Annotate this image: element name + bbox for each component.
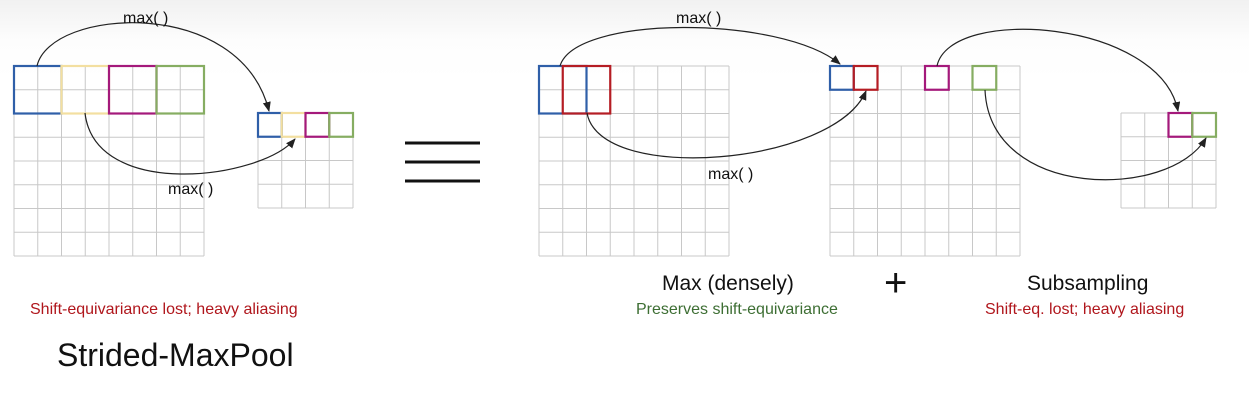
right-arrow-bottom [586, 90, 867, 159]
left-arrow-bottom [84, 112, 296, 175]
left-title: Strided-MaxPool [57, 337, 294, 373]
right-max-top-label: max( ) [676, 10, 722, 27]
subsampling-note: Shift-eq. lost; heavy aliasing [985, 301, 1185, 318]
dense-max-grid [829, 65, 1021, 257]
dense-out-purple [923, 64, 950, 91]
dense-out-green [971, 64, 998, 91]
max-densely-heading: Max (densely) [662, 272, 794, 295]
left-out-purple [304, 111, 331, 138]
subsampled-out-green [1191, 111, 1218, 138]
left-max-bottom-label: max( ) [168, 181, 214, 198]
left-out-yellow [280, 111, 307, 138]
left-max-top-label: max( ) [123, 10, 169, 27]
subsample-arrow-bottom [984, 89, 1207, 181]
right-arrow-top [559, 26, 841, 67]
dense-out-red [852, 64, 879, 91]
left-out-green [328, 111, 355, 138]
left-out-blue [256, 111, 283, 138]
equivalence-icon [405, 141, 480, 183]
left-note: Shift-equivariance lost; heavy aliasing [30, 301, 298, 318]
right-input-grid [538, 65, 730, 257]
subsampled-out-purple [1167, 111, 1194, 138]
dense-out-blue [828, 64, 855, 91]
max-densely-note: Preserves shift-equivariance [636, 301, 838, 318]
right-max-bottom-label: max( ) [708, 166, 754, 183]
subsampling-heading: Subsampling [1027, 272, 1149, 295]
plus-sign: + [884, 261, 908, 305]
